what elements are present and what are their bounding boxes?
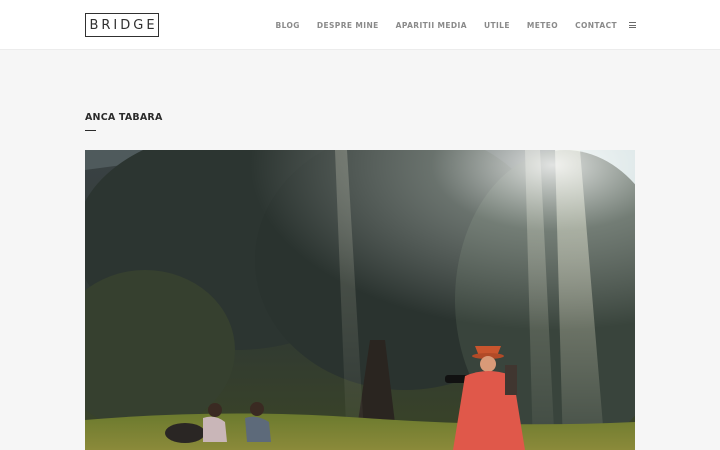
nav-item-utile[interactable]: UTILE [484,21,510,30]
forest-clearing-photo [85,150,635,450]
nav-item-contact[interactable]: CONTACT [575,21,617,30]
hamburger-menu-icon[interactable] [629,22,636,28]
nav-item-despre-mine[interactable]: DESPRE MINE [317,21,379,30]
title-separator [85,130,96,131]
site-logo[interactable]: BRIDGE [85,13,159,37]
page-title: ANCA TABARA [85,112,163,123]
nav-item-aparitii-media[interactable]: APARITII MEDIA [396,21,467,30]
site-header: BRIDGE BLOG DESPRE MINE APARITII MEDIA U… [0,0,720,50]
nav-item-blog[interactable]: BLOG [275,21,299,30]
nav-item-meteo[interactable]: METEO [527,21,558,30]
main-nav: BLOG DESPRE MINE APARITII MEDIA UTILE ME… [275,0,636,50]
